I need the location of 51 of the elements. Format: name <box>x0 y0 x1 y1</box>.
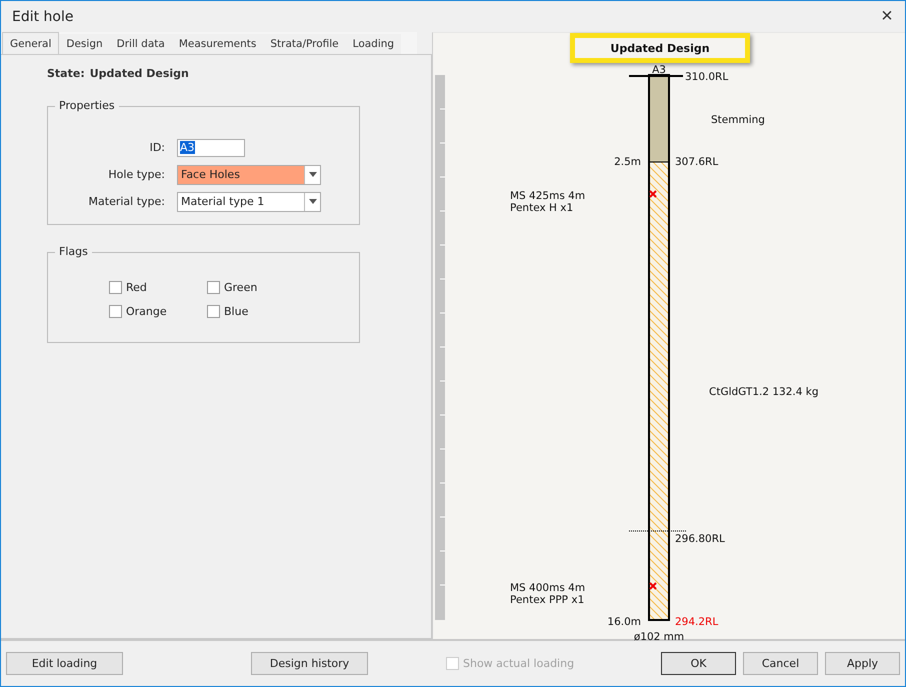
tab[interactable]: Measurements <box>172 34 264 54</box>
primer-label: MS 425ms 4m <box>510 190 586 202</box>
deck-label: Stemming <box>711 114 765 126</box>
tab[interactable]: Strata/Profile <box>263 34 346 54</box>
diameter-label: ø102 mm <box>634 631 684 643</box>
field-label: Hole type: <box>107 168 165 181</box>
tab[interactable]: Drill data <box>110 34 172 54</box>
caret-icon <box>308 172 316 177</box>
state-label: State: <box>47 67 85 80</box>
caret-icon <box>308 199 316 204</box>
checkbox[interactable] <box>207 281 220 294</box>
checkbox[interactable] <box>109 305 122 318</box>
flag-checkbox[interactable]: Green <box>207 281 305 294</box>
deck-label: CtGldGT1.2 132.4 kg <box>709 386 819 398</box>
edit-loading-button[interactable]: Edit loading <box>6 652 123 675</box>
state-banner: Updated Design <box>570 33 750 63</box>
toe-rl-label: 294.2RL <box>675 616 718 628</box>
primer-label: Pentex H x1 <box>510 202 574 214</box>
tab[interactable]: General <box>2 32 60 54</box>
state-value: Updated Design <box>90 67 189 80</box>
group-title: Flags <box>55 245 92 258</box>
primer-marker-icon <box>649 582 657 590</box>
dialog-button[interactable]: Cancel <box>743 652 818 675</box>
close-button[interactable]: × <box>869 2 905 32</box>
field-label: ID: <box>148 141 165 154</box>
dialog-button[interactable]: OK <box>661 652 736 675</box>
primer-label: Pentex PPP x1 <box>510 594 584 606</box>
depth-label: 16.0m <box>607 616 641 628</box>
marker-line <box>628 530 688 532</box>
field-label: Material type: <box>88 195 165 208</box>
rl-label: 296.80RL <box>675 533 725 545</box>
flag-checkbox[interactable]: Orange <box>109 305 207 318</box>
tab[interactable]: Loading <box>346 34 402 54</box>
group-title: Properties <box>55 99 119 112</box>
checkbox[interactable] <box>109 281 122 294</box>
flag-checkbox[interactable]: Blue <box>207 305 305 318</box>
flag-checkbox[interactable]: Red <box>109 281 207 294</box>
window-title: Edit hole <box>12 8 74 24</box>
collar-rl-label: 310.0RL <box>685 71 728 83</box>
hole-id-label: A3 <box>652 64 666 76</box>
dialog-button[interactable]: Apply <box>825 652 900 675</box>
tab[interactable]: Design <box>59 34 110 54</box>
primer-label: MS 400ms 4m <box>510 582 586 594</box>
depth-label: 2.5m <box>614 156 641 168</box>
dropdown[interactable]: Material type 1 <box>177 192 321 212</box>
rl-label: 307.6RL <box>675 156 718 168</box>
checkbox[interactable] <box>207 305 220 318</box>
id-field[interactable]: A3 <box>177 138 245 156</box>
primer-marker-icon <box>649 190 657 198</box>
dropdown[interactable]: Face Holes <box>177 164 321 184</box>
design-history-button[interactable]: Design history <box>251 652 368 675</box>
